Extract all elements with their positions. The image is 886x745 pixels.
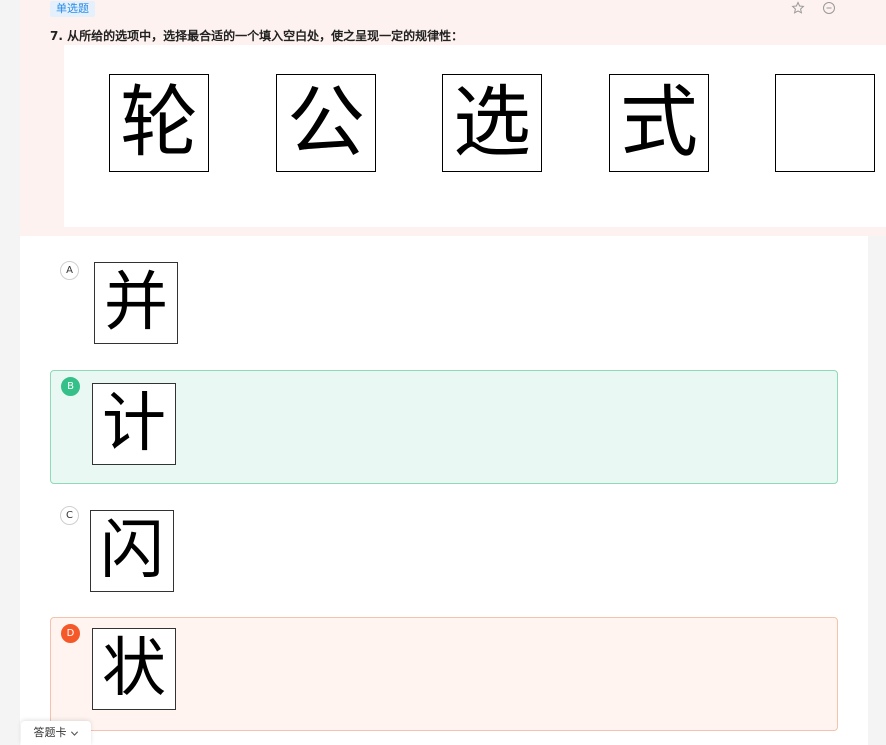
option-glyph: 闪 <box>90 510 174 592</box>
chevron-down-icon <box>70 730 78 736</box>
page: 单选题 7. 从所给的选项中，选择最合适的一个填入空白处，使之呈现一定的规律性：… <box>0 0 886 745</box>
option-letter: C <box>60 506 79 525</box>
option-glyph: 计 <box>92 383 176 465</box>
option-image: 状 <box>92 628 176 710</box>
option-b[interactable]: B 计 <box>50 370 838 484</box>
figure-cell: 式 <box>609 74 709 172</box>
figure-cell-blank <box>775 74 875 172</box>
option-glyph: 状 <box>92 628 176 710</box>
minus-circle-icon[interactable] <box>822 1 836 15</box>
figure-cell: 轮 <box>109 74 209 172</box>
option-image: 闪 <box>90 510 174 592</box>
question-type-badge: 单选题 <box>50 1 95 17</box>
question-text: 7. 从所给的选项中，选择最合适的一个填入空白处，使之呈现一定的规律性： <box>50 29 464 43</box>
answer-card-button[interactable]: 答题卡 <box>21 721 91 745</box>
option-a[interactable]: A 并 <box>50 255 838 369</box>
option-c[interactable]: C 闪 <box>50 500 838 614</box>
option-letter: B <box>61 377 80 396</box>
options-area: A 并 B 计 C 闪 D 状 <box>20 236 868 745</box>
figure-cell: 选 <box>442 74 542 172</box>
option-image: 计 <box>92 383 176 465</box>
answer-card-label: 答题卡 <box>33 726 67 739</box>
star-outline-icon[interactable] <box>791 1 805 15</box>
option-d[interactable]: D 状 <box>50 617 838 731</box>
option-letter: A <box>60 261 79 280</box>
figure-cell: 公 <box>276 74 376 172</box>
question-area: 单选题 7. 从所给的选项中，选择最合适的一个填入空白处，使之呈现一定的规律性：… <box>20 0 886 236</box>
option-glyph: 并 <box>94 262 178 344</box>
question-figure: 轮 公 选 式 <box>64 45 886 227</box>
option-letter: D <box>61 624 80 643</box>
option-image: 并 <box>94 262 178 344</box>
